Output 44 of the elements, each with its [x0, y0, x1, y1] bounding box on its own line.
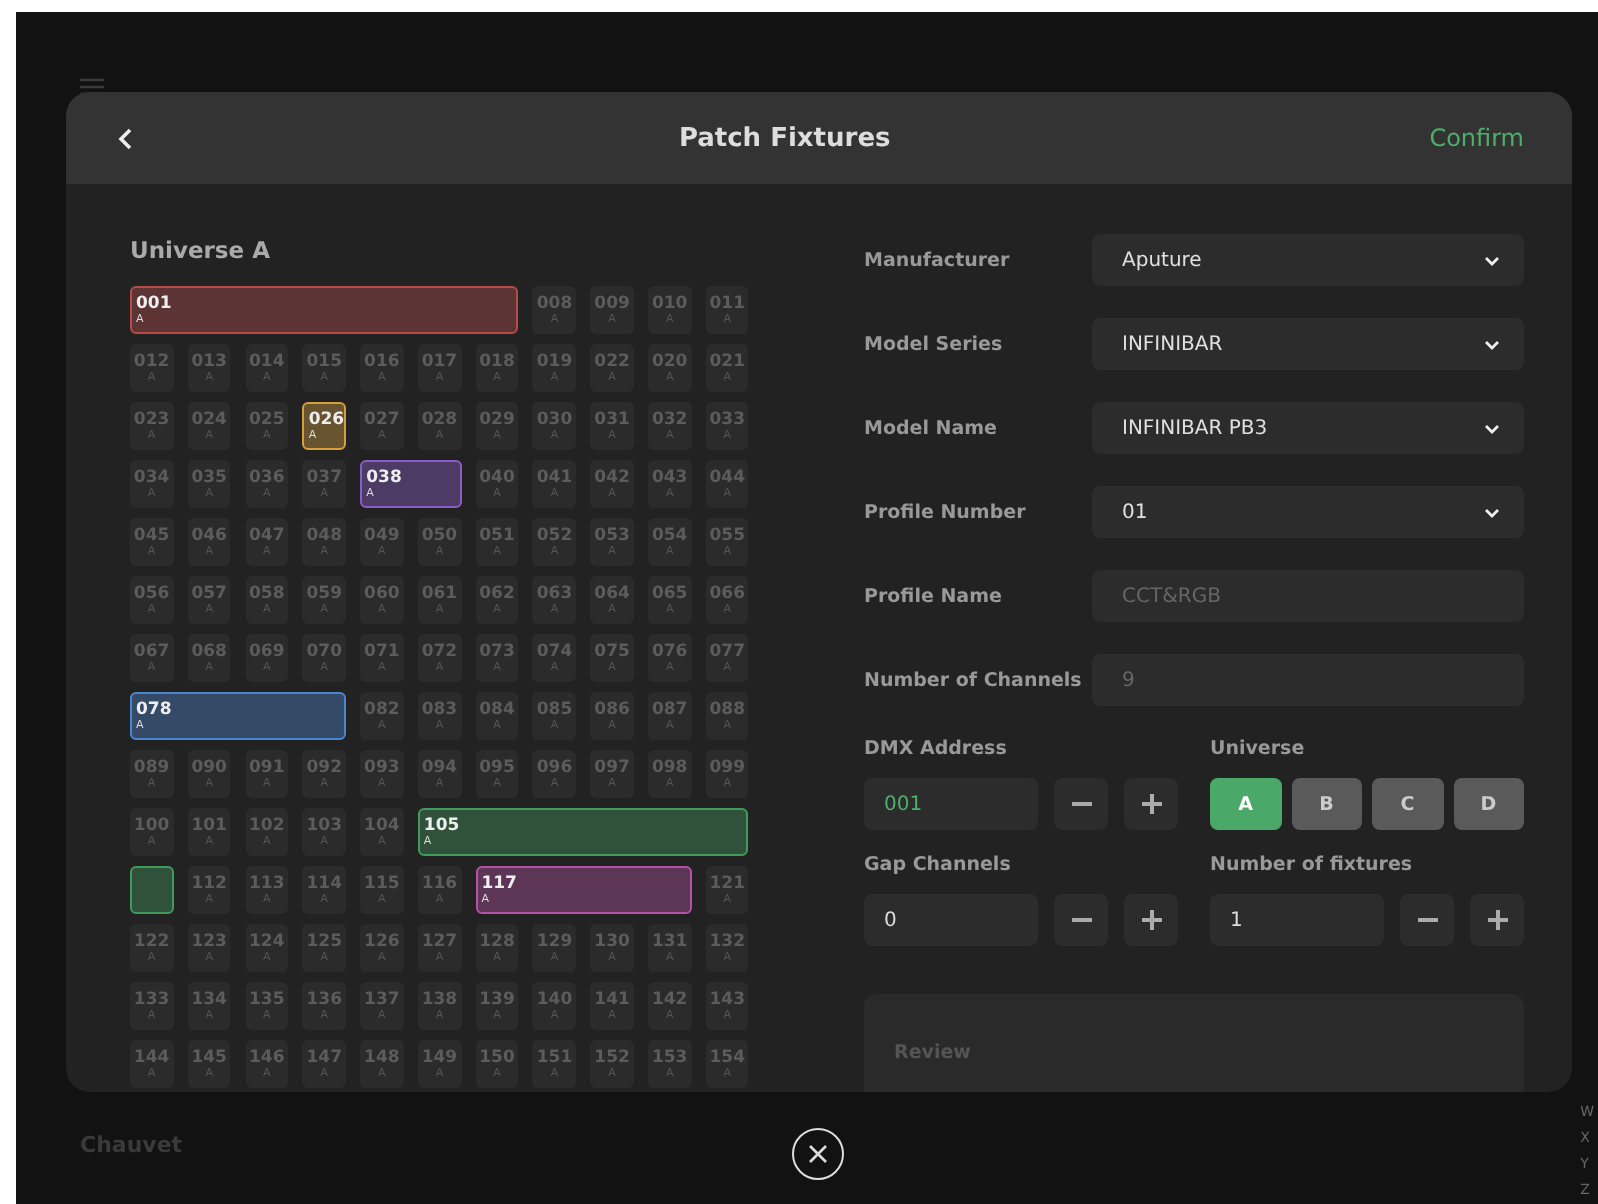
- field-label: Gap Channels: [864, 854, 1013, 876]
- universe-button[interactable]: A: [1210, 778, 1281, 830]
- dropdown[interactable]: Aputure: [1092, 234, 1524, 286]
- plus-icon: [1141, 910, 1162, 930]
- plus-icon: [1141, 794, 1162, 814]
- field-label: Model Series: [864, 333, 1003, 355]
- increment-button[interactable]: [1470, 894, 1524, 946]
- field-label: Number of Channels: [864, 669, 1082, 691]
- minus-icon: [1071, 918, 1092, 922]
- field-label: Number of fixtures: [1210, 854, 1415, 876]
- universe-button[interactable]: C: [1372, 778, 1443, 830]
- universe-button[interactable]: D: [1453, 778, 1524, 830]
- field-label: Profile Number: [864, 501, 1026, 523]
- plus-icon: [1487, 910, 1508, 930]
- field-label: Universe: [1210, 738, 1307, 760]
- dropdown[interactable]: INFINIBAR PB3: [1092, 402, 1524, 454]
- field-label: Profile Name: [864, 585, 1002, 607]
- decrement-button[interactable]: [1400, 894, 1455, 946]
- chevron-down-icon: [1484, 507, 1500, 517]
- dropdown[interactable]: INFINIBAR: [1092, 318, 1524, 370]
- decrement-button[interactable]: [1054, 778, 1109, 830]
- minus-icon: [1071, 802, 1092, 806]
- increment-button[interactable]: [1124, 894, 1178, 946]
- input-field[interactable]: 001: [864, 778, 1039, 830]
- dialog-title: Patch Fixtures: [678, 123, 891, 153]
- section-title: Universe A: [130, 236, 272, 264]
- universe-button[interactable]: B: [1291, 778, 1362, 830]
- decrement-button[interactable]: [1054, 894, 1109, 946]
- chevron-down-icon: [1484, 339, 1500, 349]
- field-label: DMX Address: [864, 738, 1009, 760]
- field-label: Manufacturer: [864, 249, 1010, 271]
- close-icon: [808, 1144, 828, 1164]
- close-button[interactable]: [792, 1128, 844, 1180]
- fixture-block[interactable]: [130, 866, 174, 914]
- confirm-button[interactable]: Confirm: [1429, 124, 1524, 152]
- field-label: Model Name: [864, 417, 997, 439]
- input-field[interactable]: 0: [864, 894, 1039, 946]
- increment-button[interactable]: [1124, 778, 1178, 830]
- minus-icon: [1417, 918, 1438, 922]
- chevron-down-icon: [1484, 423, 1500, 433]
- back-icon: [118, 127, 132, 149]
- input-field[interactable]: 1: [1210, 894, 1385, 946]
- dropdown[interactable]: 01: [1092, 486, 1524, 538]
- chevron-down-icon: [1484, 255, 1500, 265]
